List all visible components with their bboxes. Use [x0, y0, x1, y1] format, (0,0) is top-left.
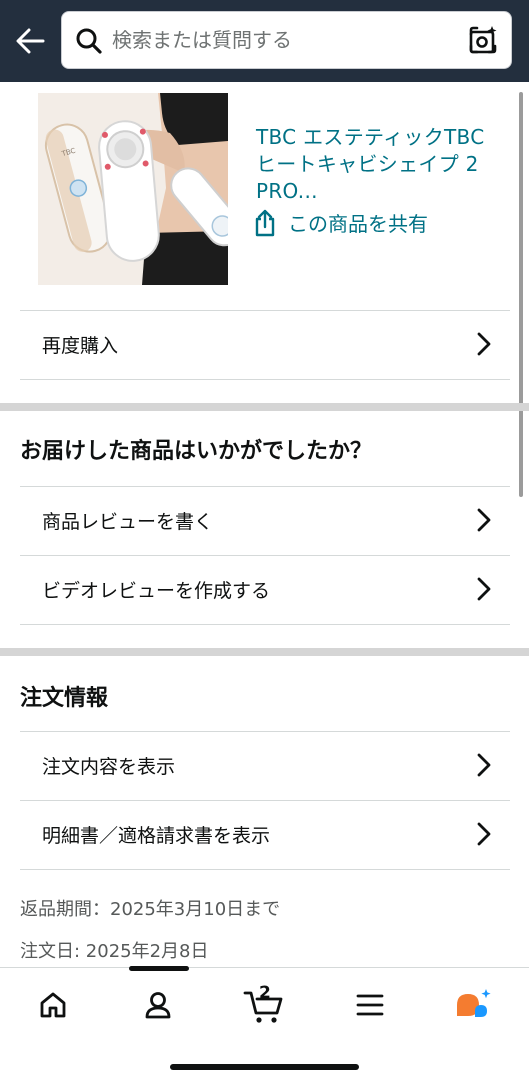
chevron-right-icon: [477, 822, 491, 846]
account-icon: [145, 992, 171, 1019]
view-order-label: 注文内容を表示: [42, 755, 176, 778]
write-review-label: 商品レビューを書く: [42, 510, 214, 533]
divider: [20, 624, 510, 625]
section-separator: [0, 403, 529, 411]
chevron-right-icon: [477, 753, 491, 777]
chevron-right-icon: [477, 332, 491, 356]
home-icon: [40, 992, 66, 1018]
active-tab-indicator: [129, 966, 189, 971]
chevron-right-icon: [477, 508, 491, 532]
search-bar[interactable]: [61, 11, 512, 69]
product-title-link[interactable]: TBC エステティックTBC ヒートキャビシェイプ 2 PRO...: [256, 124, 506, 205]
divider: [20, 379, 510, 380]
share-icon: [255, 209, 275, 236]
share-product-button[interactable]: この商品を共有: [254, 208, 428, 237]
home-indicator: [170, 1064, 359, 1070]
nav-rufus[interactable]: [449, 983, 497, 1027]
menu-icon: [356, 994, 384, 1016]
return-period-text: 返品期間：2025年3月10日まで: [20, 899, 281, 920]
view-invoice-row[interactable]: 明細書／適格請求書を表示: [20, 800, 510, 868]
camera-search-icon[interactable]: [467, 24, 499, 56]
video-review-label: ビデオレビューを作成する: [42, 579, 271, 602]
write-review-row[interactable]: 商品レビューを書く: [20, 486, 510, 554]
cart-count-badge: 2: [259, 983, 271, 1003]
bottom-nav-bar: 2: [0, 966, 529, 1080]
product-photo: TBC: [38, 93, 228, 285]
view-order-row[interactable]: 注文内容を表示: [20, 731, 510, 799]
scroll-indicator[interactable]: [519, 92, 523, 497]
nav-cart[interactable]: 2: [240, 983, 288, 1027]
buy-again-row[interactable]: 再度購入: [20, 310, 510, 378]
rufus-icon: [457, 989, 491, 1017]
nav-home[interactable]: [29, 983, 77, 1027]
order-info-heading: 注文情報: [20, 686, 109, 711]
top-header: [0, 0, 529, 82]
video-review-row[interactable]: ビデオレビューを作成する: [20, 555, 510, 623]
share-label: この商品を共有: [288, 212, 428, 236]
product-image[interactable]: TBC: [38, 93, 228, 285]
search-icon: [76, 28, 102, 54]
order-date-text: 注文日: 2025年2月8日: [20, 941, 209, 962]
nav-menu[interactable]: [346, 983, 394, 1027]
nav-account[interactable]: [134, 983, 182, 1027]
divider: [20, 869, 510, 870]
chevron-right-icon: [477, 577, 491, 601]
search-input[interactable]: [112, 12, 452, 68]
buy-again-label: 再度購入: [42, 334, 119, 357]
back-arrow-icon: [16, 28, 45, 54]
back-button[interactable]: [12, 24, 48, 58]
section-separator: [0, 648, 529, 656]
feedback-heading: お届けした商品はいかがでしたか？: [20, 439, 373, 464]
view-invoice-label: 明細書／適格請求書を表示: [42, 824, 271, 847]
